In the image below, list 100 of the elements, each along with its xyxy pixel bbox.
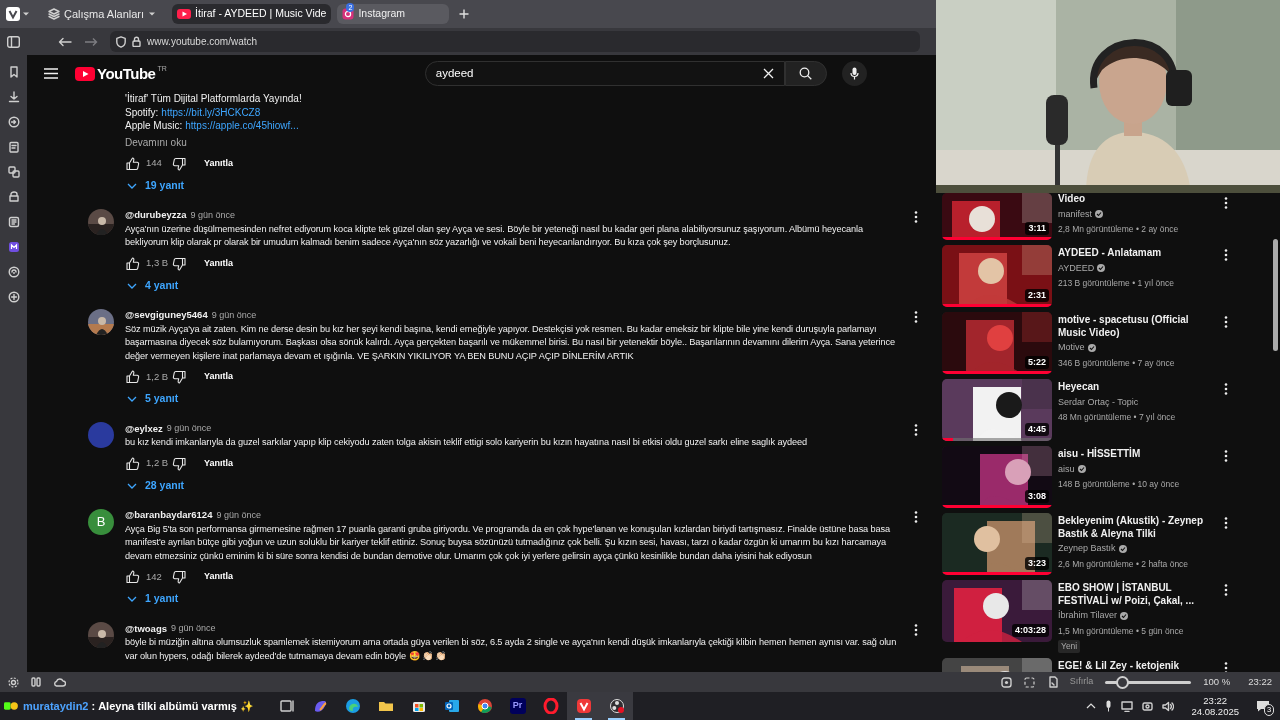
note-list-icon[interactable] xyxy=(7,216,20,228)
more-options-icon[interactable] xyxy=(1224,584,1228,596)
video-title[interactable]: aisu - HİSSETTİM xyxy=(1058,448,1216,461)
replies-button[interactable]: 28 yanıt xyxy=(125,474,187,497)
browser-logo-icon[interactable] xyxy=(6,7,20,21)
comment-time[interactable]: 9 gün önce xyxy=(216,508,261,523)
more-options-icon[interactable] xyxy=(914,310,918,323)
workspaces-button[interactable]: Çalışma Alanları xyxy=(44,3,161,25)
more-options-icon[interactable] xyxy=(1224,316,1228,328)
more-options-icon[interactable] xyxy=(1224,249,1228,261)
back-icon[interactable] xyxy=(58,36,72,47)
reply-button[interactable]: Yanıtla xyxy=(202,570,235,584)
voice-search-button[interactable] xyxy=(841,61,867,86)
scrollbar-thumb[interactable] xyxy=(1273,239,1278,351)
thumbs-up-icon[interactable] xyxy=(126,456,140,471)
comment-time[interactable]: 9 gün önce xyxy=(171,622,216,636)
reply-button[interactable]: Yanıtla xyxy=(202,256,235,271)
thumbs-up-icon[interactable] xyxy=(126,156,140,171)
video-title[interactable]: Video xyxy=(1058,193,1216,206)
clear-icon[interactable] xyxy=(762,68,774,79)
channel-name[interactable]: manifest xyxy=(1058,207,1092,221)
forward-icon[interactable] xyxy=(84,36,98,47)
address-field[interactable]: www.youtube.com/watch xyxy=(110,31,920,52)
new-tab-icon[interactable] xyxy=(459,9,470,19)
comment-author[interactable]: @eylxez xyxy=(125,421,163,437)
comment-author[interactable]: @baranbaydar6124 xyxy=(125,508,213,523)
browser-tab[interactable]: İtiraf - AYDEED | Music Vide xyxy=(172,4,332,24)
thumbs-up-icon[interactable] xyxy=(126,256,140,271)
channel-name[interactable]: aisu xyxy=(1058,462,1075,476)
video-title[interactable]: Bekleyenim (Akustik) - Zeynep Bastık & Aleyna Tilki xyxy=(1058,515,1216,540)
video-title[interactable]: EGE! & Lil Zey - ketojenik xyxy=(1058,660,1216,672)
thumbs-up-icon[interactable] xyxy=(126,370,140,384)
more-options-icon[interactable] xyxy=(1224,450,1228,462)
channel-name[interactable]: Motive xyxy=(1058,341,1085,355)
page-actions-icon[interactable] xyxy=(1046,676,1058,688)
chevron-up-icon[interactable] xyxy=(1086,703,1097,709)
settings-icon[interactable] xyxy=(8,676,19,688)
tiles-icon[interactable] xyxy=(31,677,41,687)
panel-toggle-icon[interactable] xyxy=(7,35,20,48)
more-options-icon[interactable] xyxy=(914,424,918,436)
cloud-icon[interactable] xyxy=(53,677,66,687)
video-title[interactable]: Heyecan xyxy=(1058,381,1216,394)
download-icon[interactable] xyxy=(7,91,20,103)
tile-icon[interactable] xyxy=(1023,676,1035,688)
link[interactable]: https://bit.ly/3HCKCZ8 xyxy=(161,104,261,120)
capture-icon[interactable] xyxy=(1000,676,1012,688)
taskbar-clock[interactable]: 23:22 24.08.2025 xyxy=(1191,695,1239,717)
video-title[interactable]: EBO SHOW | İSTANBUL FESTİVALİ w/ Poizi, Çakal, ... xyxy=(1058,582,1216,607)
thumbs-down-icon[interactable] xyxy=(172,156,186,171)
menu-icon[interactable] xyxy=(44,68,58,79)
comment-time[interactable]: 9 gün önce xyxy=(211,308,257,323)
replies-button[interactable]: 1 yanıt xyxy=(125,588,181,610)
thumbs-down-icon[interactable] xyxy=(172,370,186,384)
more-options-icon[interactable] xyxy=(914,510,918,523)
more-options-icon[interactable] xyxy=(1224,383,1228,395)
thumbs-down-icon[interactable] xyxy=(172,256,186,271)
reply-button[interactable]: Yanıtla xyxy=(202,156,235,171)
reply-button[interactable]: Yanıtla xyxy=(202,370,235,384)
video-title[interactable]: AYDEED - Anlatamam xyxy=(1058,247,1216,260)
bookmark-icon[interactable] xyxy=(7,66,20,78)
search-field[interactable]: aydeed xyxy=(424,61,785,86)
more-options-icon[interactable] xyxy=(914,624,918,636)
zoom-slider-thumb[interactable] xyxy=(1116,675,1130,689)
caret-icon[interactable] xyxy=(22,10,30,18)
taskbar-app[interactable]: Pr xyxy=(501,692,534,720)
reset-zoom-button[interactable]: Sıfırla xyxy=(1069,675,1094,689)
thumbs-up-icon[interactable] xyxy=(126,570,140,584)
microphone-icon[interactable] xyxy=(1105,700,1113,712)
replies-button[interactable]: 5 yanıt xyxy=(125,388,181,410)
channel-name[interactable]: Serdar Ortaç - Topic xyxy=(1058,395,1139,409)
reply-button[interactable]: Yanıtla xyxy=(202,456,235,471)
squares-icon[interactable] xyxy=(7,166,20,178)
video-title[interactable]: motive - spacetusu (Official Music Video) xyxy=(1058,314,1216,339)
feed-icon[interactable] xyxy=(7,266,20,278)
app-logo-icon[interactable] xyxy=(7,241,20,253)
channel-name[interactable]: İbrahim Tilaver xyxy=(1058,609,1118,623)
channel-name[interactable]: Zeynep Bastık xyxy=(1058,542,1116,556)
comment-author[interactable]: @sevgiguney5464 xyxy=(125,308,208,323)
replies-button[interactable]: 4 yanıt xyxy=(125,274,181,297)
note-icon[interactable] xyxy=(7,141,20,153)
search-button[interactable] xyxy=(784,61,827,86)
add-icon[interactable] xyxy=(7,291,20,303)
thumbs-down-icon[interactable] xyxy=(172,456,186,471)
comment-time[interactable]: 9 gün önce xyxy=(190,208,236,223)
more-options-icon[interactable] xyxy=(914,210,918,223)
comment-author[interactable]: @twoags xyxy=(125,621,167,637)
comment-author[interactable]: @durubeyzza xyxy=(125,208,187,223)
more-options-icon[interactable] xyxy=(1224,662,1228,672)
comment-time[interactable]: 9 gün önce xyxy=(166,422,212,436)
read-more-link[interactable]: Devamını oku xyxy=(125,134,187,150)
camera-icon[interactable] xyxy=(1142,700,1154,712)
link[interactable]: https://apple.co/45hiowf... xyxy=(185,118,299,134)
more-options-icon[interactable] xyxy=(1224,197,1228,209)
replies-button[interactable]: 19 yanıt xyxy=(125,174,187,197)
channel-name[interactable]: AYDEED xyxy=(1058,261,1095,275)
speaker-icon[interactable] xyxy=(1162,700,1175,712)
comment-text: Apple Music: xyxy=(125,119,183,134)
more-options-icon[interactable] xyxy=(1224,517,1228,529)
chevron-down-icon xyxy=(127,182,137,189)
thumbs-down-icon[interactable] xyxy=(172,570,186,584)
